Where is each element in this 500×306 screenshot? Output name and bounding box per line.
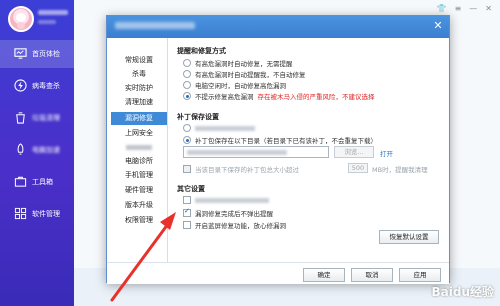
checkbox-label: 开启蓝屏修复功能，放心修漏洞 [195, 222, 286, 230]
radio-button[interactable] [183, 70, 191, 78]
apply-button[interactable]: 应用 [399, 268, 441, 282]
restore-defaults-button[interactable]: 恢复默认设置 [379, 230, 439, 244]
sidebar-item-software[interactable]: 软件管理 [0, 200, 74, 228]
sidebar-item-label: 首页体检 [32, 50, 60, 58]
monitor-icon [14, 48, 27, 59]
patch-directory-input[interactable] [183, 146, 329, 158]
avatar[interactable] [8, 6, 34, 32]
checkbox-label: 漏洞修复完成后不弹出提醒 [195, 210, 273, 218]
lightning-icon [14, 79, 27, 92]
settings-dialog: ✕ 常规设置 杀毒 实时防护 清理加速 漏洞修复 上网安全 电脑诊所 手机管理 … [106, 15, 450, 284]
minimize-icon[interactable]: — [469, 4, 477, 13]
radio-label: 有高危漏洞时自动提醒我，不自动修复 [195, 71, 306, 79]
bluescreen-repair-option[interactable]: 开启蓝屏修复功能，放心修漏洞 [183, 220, 286, 230]
size-reminder-prefix: 当该目录下保存的补丁包总大小超过 [195, 166, 299, 174]
radio-button[interactable] [183, 124, 191, 132]
radio-patch-option-1[interactable] [183, 124, 255, 132]
watermark: Baidu经验 [431, 285, 495, 299]
open-link[interactable]: 打开 [380, 148, 393, 158]
sidebar-item-label: 病毒查杀 [32, 82, 60, 90]
blurred-option-label [195, 197, 269, 203]
settings-nav-hardware-management[interactable]: 硬件管理 [111, 184, 167, 197]
settings-nav: 常规设置 杀毒 实时防护 清理加速 漏洞修复 上网安全 电脑诊所 手机管理 硬件… [111, 38, 168, 262]
settings-nav-antivirus[interactable]: 杀毒 [111, 68, 167, 81]
settings-content: 提醒和修复方式 有高危漏洞时自动修复，无需提醒 有高危漏洞时自动提醒我，不自动修… [177, 38, 443, 268]
apps-icon [14, 207, 27, 220]
radio-label: 补丁包保存在以下目录（若目录下已有该补丁，不会重复下载） [195, 137, 377, 145]
radio-label: 不提示修复高危漏洞 [195, 93, 254, 101]
section-title-other: 其它设置 [177, 185, 205, 193]
sidebar-item-label: 垃圾清理 [32, 114, 60, 122]
broom-icon [16, 112, 25, 124]
settings-nav-cleanup-speedup[interactable]: 清理加速 [111, 96, 167, 109]
settings-nav-realtime-protection[interactable]: 实时防护 [111, 82, 167, 95]
settings-nav-internet-security[interactable]: 上网安全 [111, 127, 167, 140]
other-option-1[interactable] [183, 196, 269, 204]
settings-nav-phone-management[interactable]: 手机管理 [111, 169, 167, 182]
settings-nav-pc-clinic[interactable]: 电脑诊所 [111, 155, 167, 168]
sidebar-item-virus-scan[interactable]: 病毒查杀 [0, 72, 74, 100]
radio-button[interactable] [183, 59, 191, 67]
app-sidebar: 首页体检 病毒查杀 垃圾清理 电脑加速 工具箱 软件管理 [0, 0, 74, 306]
cancel-button[interactable]: 取消 [351, 268, 393, 282]
settings-nav-vulnerability-repair[interactable]: 漏洞修复 [111, 112, 167, 125]
window-controls: 👕 ≡ — ✕ [437, 4, 492, 13]
size-limit-input[interactable]: 500 [348, 163, 368, 173]
settings-nav-version-upgrade[interactable]: 版本升级 [111, 199, 167, 212]
radio-label: 有高危漏洞时自动修复，无需提醒 [195, 60, 293, 68]
checkbox[interactable] [183, 165, 191, 173]
radio-button-selected[interactable] [183, 92, 191, 100]
radio-no-prompt[interactable]: 不提示修复高危漏洞 存在被木马入侵的严重风险，不建议选择 [183, 91, 375, 101]
section-title-patch-save: 补丁保存设置 [177, 113, 219, 121]
no-popup-after-repair-option[interactable]: 漏洞修复完成后不弹出提醒 [183, 207, 273, 218]
radio-auto-repair[interactable]: 有高危漏洞时自动修复，无需提醒 [183, 58, 293, 68]
radio-button-selected[interactable] [183, 136, 191, 144]
dialog-footer: 确定 取消 应用 [107, 262, 449, 284]
checkbox[interactable] [183, 221, 191, 229]
sidebar-item-home-checkup[interactable]: 首页体检 [0, 40, 74, 68]
radio-button[interactable] [183, 81, 191, 89]
checkbox[interactable] [183, 196, 191, 204]
blurred-option-label [195, 125, 255, 131]
sidebar-item-label: 电脑加速 [32, 146, 60, 154]
user-level-blurred [38, 20, 56, 24]
radio-label: 电脑空闲时，自动修复高危漏洞 [195, 82, 286, 90]
sidebar-item-label: 软件管理 [32, 210, 60, 218]
ok-button[interactable]: 确定 [303, 268, 345, 282]
dialog-titlebar[interactable]: ✕ [107, 16, 449, 38]
radio-idle-repair[interactable]: 电脑空闲时，自动修复高危漏洞 [183, 80, 286, 90]
blurred-path [187, 150, 287, 155]
dialog-title-blurred [115, 22, 195, 29]
radio-patch-save-directory[interactable]: 补丁包保存在以下目录（若目录下已有该补丁，不会重复下载） [183, 135, 377, 145]
sidebar-item-speedup[interactable]: 电脑加速 [0, 136, 74, 164]
username-blurred [38, 10, 68, 15]
sidebar-item-toolbox[interactable]: 工具箱 [0, 168, 74, 196]
sidebar-item-label: 工具箱 [32, 178, 53, 186]
sidebar-item-cleanup[interactable]: 垃圾清理 [0, 104, 74, 132]
section-title-repair-mode: 提醒和修复方式 [177, 47, 226, 55]
radio-remind-only[interactable]: 有高危漏洞时自动提醒我，不自动修复 [183, 69, 306, 79]
checkbox-checked[interactable] [183, 207, 191, 217]
menu-icon[interactable]: ≡ [455, 4, 462, 13]
settings-nav-general[interactable]: 常规设置 [111, 54, 167, 67]
close-icon[interactable]: ✕ [431, 19, 445, 33]
rocket-icon [17, 143, 24, 155]
settings-nav-blurred-item[interactable] [111, 141, 167, 154]
size-reminder-option[interactable]: 当该目录下保存的补丁包总大小超过 [183, 164, 299, 174]
settings-nav-permission-management[interactable]: 权限管理 [111, 214, 167, 227]
close-icon[interactable]: ✕ [485, 4, 492, 13]
shirt-icon[interactable]: 👕 [437, 4, 447, 13]
size-reminder-suffix: MB时，提醒我清理 [372, 166, 428, 174]
toolbox-icon [14, 176, 27, 187]
risk-warning-text: 存在被木马入侵的严重风险，不建议选择 [257, 93, 375, 101]
browse-button[interactable]: 浏览... [334, 146, 374, 158]
